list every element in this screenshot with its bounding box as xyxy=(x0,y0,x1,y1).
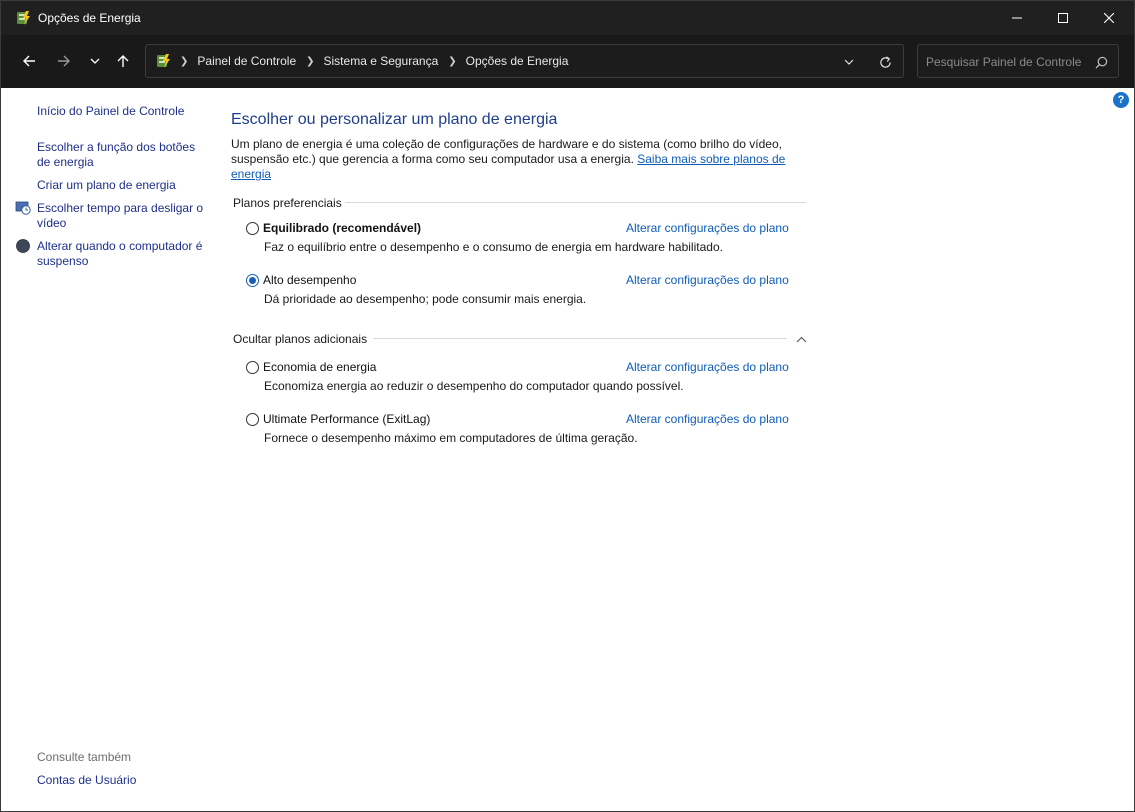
sidebar-link-control-panel-home[interactable]: Início do Painel de Controle xyxy=(37,104,184,119)
change-plan-settings-link[interactable]: Alterar configurações do plano xyxy=(626,221,789,235)
collapse-additional-plans-button[interactable] xyxy=(794,333,808,345)
chevron-down-icon xyxy=(90,58,100,64)
window-title: Opções de Energia xyxy=(38,11,141,25)
plan-power-saver: Economia de energia Economiza energia ao… xyxy=(246,360,806,400)
arrow-right-icon xyxy=(58,55,70,67)
change-plan-settings-link[interactable]: Alterar configurações do plano xyxy=(626,360,789,374)
search-input[interactable] xyxy=(926,53,1088,71)
moon-sleep-icon xyxy=(16,239,30,253)
breadcrumb-power-options[interactable]: Opções de Energia xyxy=(466,54,569,68)
display-timer-icon xyxy=(15,201,31,215)
plan-description: Faz o equilíbrio entre o desempenho e o … xyxy=(264,240,723,254)
section-divider xyxy=(345,202,806,203)
change-plan-settings-link[interactable]: Alterar configurações do plano xyxy=(626,412,789,426)
power-options-window: Opções de Energia ❯ Painel de Controle ❯… xyxy=(0,0,1135,812)
chevron-right-icon: ❯ xyxy=(180,55,189,67)
plan-name[interactable]: Equilibrado (recomendável) xyxy=(263,221,421,235)
minimize-icon xyxy=(1012,17,1022,19)
title-bar: Opções de Energia xyxy=(1,1,1134,35)
arrow-left-icon xyxy=(23,55,35,67)
section-divider xyxy=(373,338,787,339)
plan-name[interactable]: Alto desempenho xyxy=(263,273,356,287)
plan-radio-balanced[interactable] xyxy=(246,222,259,235)
plan-balanced: Equilibrado (recomendável) Faz o equilíb… xyxy=(246,221,806,261)
sidebar-link-sleep-settings[interactable]: Alterar quando o computador é suspenso xyxy=(37,239,207,269)
chevron-up-icon xyxy=(796,336,806,342)
navigation-bar: ❯ Painel de Controle ❯ Sistema e Seguran… xyxy=(1,35,1134,88)
sidebar-link-user-accounts[interactable]: Contas de Usuário xyxy=(37,773,136,788)
change-plan-settings-link[interactable]: Alterar configurações do plano xyxy=(626,273,789,287)
help-button[interactable]: ? xyxy=(1113,92,1129,108)
close-icon xyxy=(1104,13,1114,23)
plan-description: Economiza energia ao reduzir o desempenh… xyxy=(264,379,684,393)
sidebar: Início do Painel de Controle Escolher a … xyxy=(1,88,211,811)
see-also-label: Consulte também xyxy=(37,750,132,764)
page-title: Escolher ou personalizar um plano de ene… xyxy=(231,111,558,128)
intro-text: Um plano de energia é uma coleção de con… xyxy=(231,137,791,182)
refresh-icon xyxy=(879,55,891,68)
maximize-button[interactable] xyxy=(1040,1,1086,35)
plan-name[interactable]: Economia de energia xyxy=(263,360,376,374)
breadcrumb-control-panel[interactable]: Painel de Controle xyxy=(197,54,296,68)
plan-ultimate-performance: Ultimate Performance (ExitLag) Fornece o… xyxy=(246,412,806,452)
search-icon xyxy=(1094,56,1107,69)
chevron-right-icon: ❯ xyxy=(448,55,457,67)
address-bar[interactable]: ❯ Painel de Controle ❯ Sistema e Seguran… xyxy=(145,44,904,78)
address-history-button[interactable] xyxy=(838,53,860,71)
plan-description: Fornece o desempenho máximo em computado… xyxy=(264,431,638,445)
sidebar-link-create-plan[interactable]: Criar um plano de energia xyxy=(37,178,176,193)
minimize-button[interactable] xyxy=(994,1,1040,35)
breadcrumb-system-security[interactable]: Sistema e Segurança xyxy=(324,54,439,68)
refresh-button[interactable] xyxy=(874,53,896,71)
breadcrumb: ❯ Painel de Controle ❯ Sistema e Seguran… xyxy=(180,54,578,68)
plan-radio-power-saver[interactable] xyxy=(246,361,259,374)
sidebar-link-display-off-time[interactable]: Escolher tempo para desligar o vídeo xyxy=(37,201,207,231)
sidebar-link-power-buttons[interactable]: Escolher a função dos botões de energia xyxy=(37,140,207,170)
arrow-up-icon xyxy=(117,55,129,67)
search-button[interactable] xyxy=(1092,53,1110,71)
back-button[interactable] xyxy=(17,49,41,73)
preferred-plans-header: Planos preferenciais xyxy=(233,196,342,210)
maximize-icon xyxy=(1058,13,1068,23)
recent-locations-button[interactable] xyxy=(83,49,107,73)
power-options-icon xyxy=(157,54,170,68)
content-area: ? Início do Painel de Controle Escolher … xyxy=(1,88,1134,811)
close-button[interactable] xyxy=(1086,1,1132,35)
plan-high-performance: Alto desempenho Dá prioridade ao desempe… xyxy=(246,273,806,313)
chevron-down-icon xyxy=(844,59,854,65)
forward-button[interactable] xyxy=(52,49,76,73)
search-box[interactable] xyxy=(917,44,1119,78)
plan-radio-high-performance[interactable] xyxy=(246,274,259,287)
plan-radio-ultimate-performance[interactable] xyxy=(246,413,259,426)
power-options-icon xyxy=(17,11,30,25)
hide-additional-plans-header[interactable]: Ocultar planos adicionais xyxy=(233,332,367,346)
plan-name[interactable]: Ultimate Performance (ExitLag) xyxy=(263,412,430,426)
chevron-right-icon: ❯ xyxy=(306,55,315,67)
plan-description: Dá prioridade ao desempenho; pode consum… xyxy=(264,292,587,306)
up-button[interactable] xyxy=(111,49,135,73)
